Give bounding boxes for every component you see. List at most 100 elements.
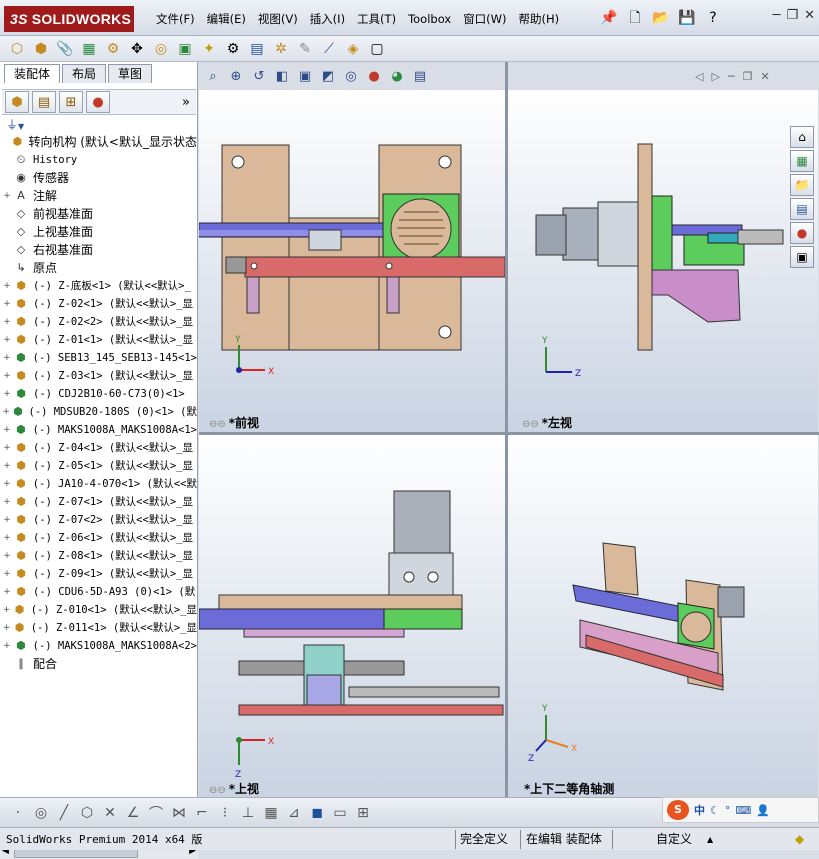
tree-item[interactable]: + ⬢ (-) Z-05<1> (默认<<默认>_显 <box>0 457 197 475</box>
tree-item[interactable]: + ⬢ (-) Z-02<2> (默认<<默认>_显 <box>0 313 197 331</box>
save-icon[interactable]: 💾 <box>676 8 698 28</box>
polygon-icon[interactable]: ⬡ <box>77 802 97 824</box>
previous-view-icon[interactable]: ↺ <box>249 66 269 86</box>
expand-panel-icon[interactable]: » <box>182 95 190 110</box>
viewport-top[interactable]: X Z ⊖⊖ *上视 <box>199 435 505 797</box>
expand-toggle-icon[interactable]: + <box>2 583 12 601</box>
view-settings-icon[interactable]: ▤ <box>410 66 430 86</box>
expand-toggle-icon[interactable]: + <box>2 313 12 331</box>
moon-icon[interactable]: ☾ <box>710 804 720 817</box>
smart-fasteners-icon[interactable]: ⚙ <box>102 38 124 60</box>
viewport-isometric[interactable]: Y X Z *上下二等角轴测 <box>508 435 818 797</box>
viewport-minimize-icon[interactable]: ─ <box>728 70 735 83</box>
mirror-icon[interactable]: ⋈ <box>169 802 189 824</box>
tree-item[interactable]: ⏲ History <box>0 151 197 169</box>
view-back-icon[interactable]: ◁ <box>695 70 703 83</box>
grid-icon[interactable]: ▦ <box>261 802 281 824</box>
tree-item[interactable]: + ⬢ (-) MAKS1008A_MAKS1008A<1> <box>0 421 197 439</box>
expand-toggle-icon[interactable]: + <box>2 529 12 547</box>
angle-icon[interactable]: ∠ <box>123 802 143 824</box>
assembly-features-icon[interactable]: ▣ <box>174 38 196 60</box>
menu-toolbox[interactable]: Toolbox <box>402 10 457 28</box>
configuration-manager-icon[interactable]: ⊞ <box>59 91 83 113</box>
tree-item[interactable]: + ⬢ (-) Z-07<2> (默认<<默认>_显 <box>0 511 197 529</box>
feature-manager-icon[interactable]: ⬢ <box>5 91 29 113</box>
expand-toggle-icon[interactable]: + <box>2 421 12 439</box>
expand-toggle-icon[interactable]: + <box>2 187 12 205</box>
expand-toggle-icon[interactable]: + <box>2 457 12 475</box>
menu-window[interactable]: 窗口(W) <box>457 10 512 28</box>
corner-icon[interactable]: ⌐ <box>192 802 212 824</box>
new-document-icon[interactable]: 🗋 <box>624 8 646 28</box>
tree-item[interactable]: + ⬢ (-) MAKS1008A_MAKS1008A<2> <box>0 637 197 655</box>
expand-toggle-icon[interactable]: + <box>2 511 12 529</box>
zoom-to-area-icon[interactable]: ⊕ <box>226 66 246 86</box>
tree-item[interactable]: + ⬢ (-) Z-07<1> (默认<<默认>_显 <box>0 493 197 511</box>
tree-item[interactable]: + ⬢ (-) CDJ2B10-60-C73(0)<1> <box>0 385 197 403</box>
fillet-icon[interactable]: ⌒ <box>146 802 166 824</box>
expand-toggle-icon[interactable]: + <box>2 385 12 403</box>
custom-properties-icon[interactable]: ▣ <box>790 246 814 268</box>
point-icon[interactable]: · <box>8 802 28 824</box>
tree-item[interactable]: ⬢ 转向机构 (默认<默认_显示状态 <box>0 133 197 151</box>
menu-edit[interactable]: 编辑(E) <box>201 10 252 28</box>
new-motion-study-icon[interactable]: ⚙ <box>222 38 244 60</box>
tree-item[interactable]: ◇ 前视基准面 <box>0 205 197 223</box>
dimension-icon[interactable]: ⊥ <box>238 802 258 824</box>
single-view-icon[interactable]: ▭ <box>330 802 350 824</box>
circle-icon[interactable]: ◎ <box>31 802 51 824</box>
view-palette-icon[interactable]: ▤ <box>790 198 814 220</box>
tree-item[interactable]: ◇ 右视基准面 <box>0 241 197 259</box>
close-icon[interactable]: ✕ <box>804 8 815 23</box>
viewport-left[interactable]: Y Z ⊖⊖ *左视 <box>508 90 818 432</box>
tree-item[interactable]: + ⬢ (-) CDU6-5D-A93 (0)<1> (默 <box>0 583 197 601</box>
reference-geometry-icon[interactable]: ✦ <box>198 38 220 60</box>
tree-item[interactable]: + ⬢ (-) Z-011<1> (默认<<默认>_显 <box>0 619 197 637</box>
expand-toggle-icon[interactable]: + <box>2 295 12 313</box>
snapshot-icon[interactable]: ▢ <box>366 38 388 60</box>
appearances-icon[interactable]: ● <box>790 222 814 244</box>
expand-toggle-icon[interactable]: + <box>2 331 12 349</box>
tree-item[interactable]: ◉ 传感器 <box>0 169 197 187</box>
punctuation-icon[interactable]: ° <box>725 804 731 817</box>
mate-icon[interactable]: 📎 <box>54 38 76 60</box>
tree-item[interactable]: + ⬢ (-) Z-06<1> (默认<<默认>_显 <box>0 529 197 547</box>
restore-icon[interactable]: ❐ <box>786 8 798 23</box>
minimize-icon[interactable]: ─ <box>773 8 781 23</box>
units-arrow-icon[interactable]: ▲ <box>707 831 713 848</box>
tree-item[interactable]: + ⬢ (-) Z-08<1> (默认<<默认>_显 <box>0 547 197 565</box>
apply-scene-icon[interactable]: ◕ <box>387 66 407 86</box>
exploded-view-icon[interactable]: ✲ <box>270 38 292 60</box>
filter-icon[interactable]: ⏚▼ <box>6 116 24 133</box>
expand-toggle-icon[interactable]: + <box>2 565 12 583</box>
tree-item[interactable]: + ⬢ (-) Z-09<1> (默认<<默认>_显 <box>0 565 197 583</box>
tab-layout[interactable]: 布局 <box>62 64 107 83</box>
expand-toggle-icon[interactable]: + <box>2 403 10 421</box>
help-icon[interactable]: ? <box>702 8 724 28</box>
offset-icon[interactable]: ⁝ <box>215 802 235 824</box>
viewport-restore-icon[interactable]: ❐ <box>743 70 753 83</box>
solidworks-logo[interactable]: 3S SOLIDWORKS <box>4 6 134 32</box>
tree-item[interactable]: + ⬢ (-) Z-010<1> (默认<<默认>_显 <box>0 601 197 619</box>
edit-appearance-icon[interactable]: ● <box>364 66 384 86</box>
file-explorer-icon[interactable]: 📁 <box>790 174 814 196</box>
assembly-icon[interactable]: ⬡ <box>6 38 28 60</box>
interference-detection-icon[interactable]: ⟋ <box>318 38 340 60</box>
tree-item[interactable]: + ⬢ (-) MDSUB20-180S (0)<1> (默 <box>0 403 197 421</box>
viewport-close-icon[interactable]: ✕ <box>760 70 769 83</box>
tree-item[interactable]: + ⬢ (-) Z-01<1> (默认<<默认>_显 <box>0 331 197 349</box>
hide-show-items-icon[interactable]: ◎ <box>341 66 361 86</box>
linear-pattern-icon[interactable]: ▦ <box>78 38 100 60</box>
expand-toggle-icon[interactable]: + <box>2 637 12 655</box>
zoom-to-fit-icon[interactable]: ⌕ <box>203 66 223 86</box>
four-view-icon[interactable]: ⊞ <box>353 802 373 824</box>
keyboard-icon[interactable]: ⌨ <box>735 804 751 817</box>
tab-sketch[interactable]: 草图 <box>108 64 153 83</box>
tree-item[interactable]: + ⬢ (-) Z-03<1> (默认<<默认>_显 <box>0 367 197 385</box>
show-hidden-icon[interactable]: ◎ <box>150 38 172 60</box>
insert-component-icon[interactable]: ⬢ <box>30 38 52 60</box>
section-view-icon[interactable]: ◧ <box>272 66 292 86</box>
tree-item[interactable]: ↳ 原点 <box>0 259 197 277</box>
tab-assembly[interactable]: 装配体 <box>4 64 61 83</box>
trim-icon[interactable]: ✕ <box>100 802 120 824</box>
